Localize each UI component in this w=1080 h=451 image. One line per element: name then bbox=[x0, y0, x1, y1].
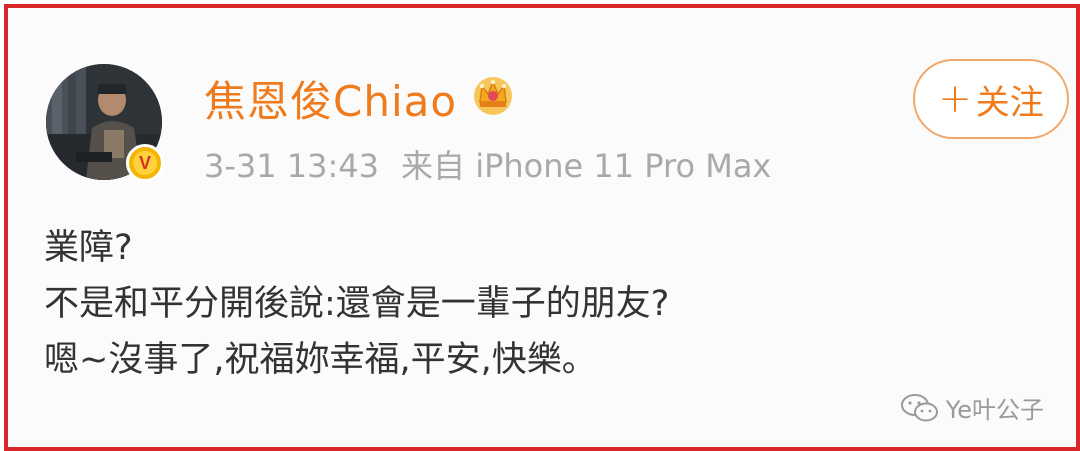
post-line: 不是和平分開後說:還會是一輩子的朋友? bbox=[44, 284, 670, 324]
plus-icon: + bbox=[938, 76, 972, 122]
post-content: 業障? 不是和平分開後說:還會是一輩子的朋友? 嗯~沒事了,祝福妳幸福,平安,快… bbox=[44, 220, 1036, 388]
post-line: 嗯~沒事了,祝福妳幸福,平安,快樂。 bbox=[44, 340, 597, 380]
post-line: 業障? bbox=[44, 228, 133, 268]
verified-v-icon: V bbox=[126, 144, 164, 182]
follow-label: 关注 bbox=[975, 82, 1044, 123]
crown-icon bbox=[474, 77, 512, 115]
post-frame: V 焦恩俊Chiao 3-31 13:43 来自 iPhone 11 Pro Ma… bbox=[4, 4, 1080, 451]
username[interactable]: 焦恩俊Chiao bbox=[204, 68, 457, 129]
post-source: 来自 iPhone 11 Pro Max bbox=[401, 147, 772, 185]
weibo-post-card: V 焦恩俊Chiao 3-31 13:43 来自 iPhone 11 Pro Ma… bbox=[8, 8, 1076, 447]
watermark: Ye叶公子 bbox=[900, 390, 1044, 425]
wechat-icon bbox=[900, 393, 938, 421]
follow-button[interactable]: + 关注 bbox=[913, 59, 1069, 139]
verified-mark: V bbox=[133, 151, 157, 175]
post-meta: 3-31 13:43 来自 iPhone 11 Pro Max bbox=[204, 141, 771, 187]
watermark-label: Ye叶公子 bbox=[945, 396, 1044, 424]
post-timestamp: 3-31 13:43 bbox=[204, 147, 380, 185]
